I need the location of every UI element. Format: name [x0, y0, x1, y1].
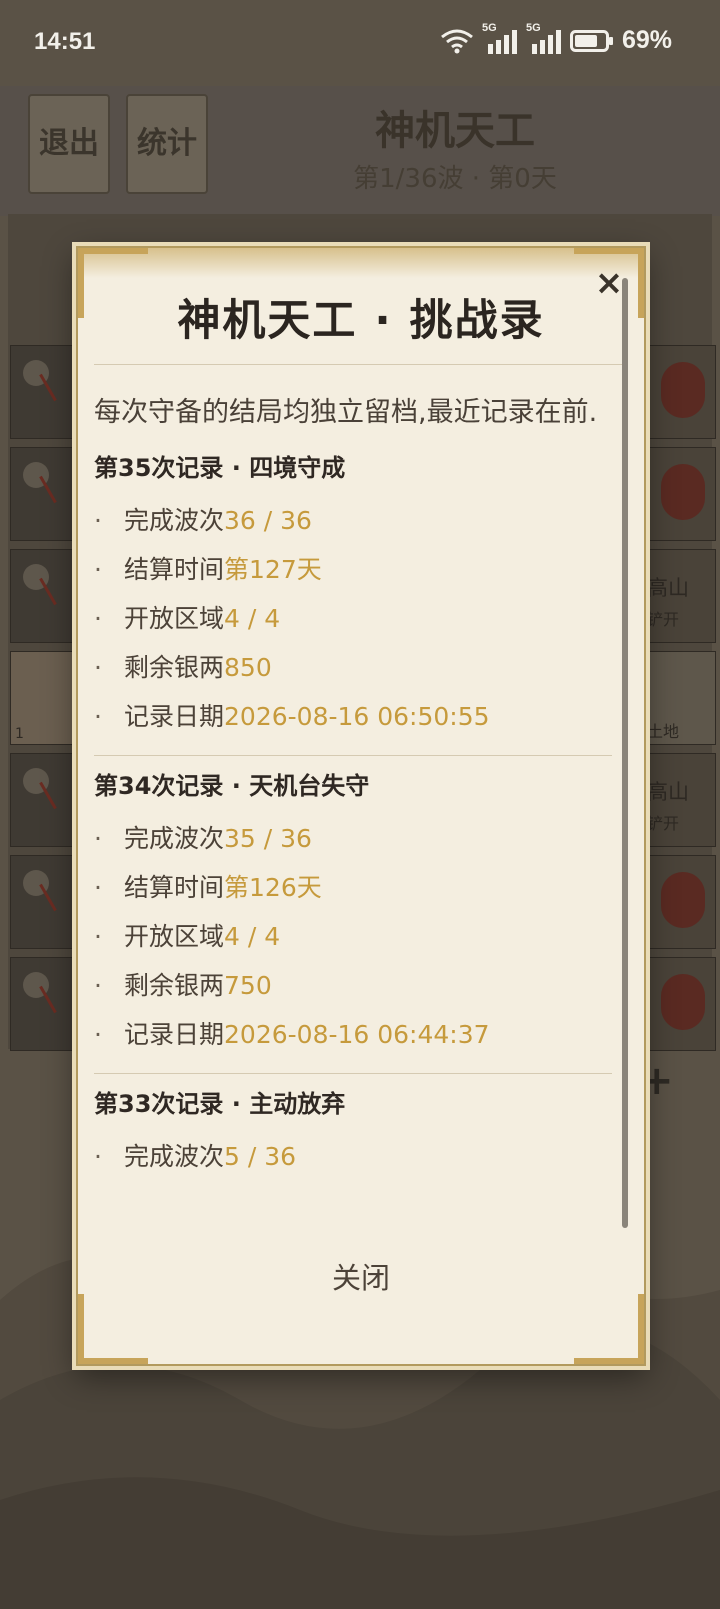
cell-signal-icon	[531, 29, 561, 54]
record-label: 结算时间	[124, 873, 225, 902]
board-tile[interactable]	[644, 447, 716, 541]
record-label: 记录日期	[124, 1020, 225, 1049]
close-button[interactable]: 关闭	[261, 1248, 461, 1308]
record-entry: 第35次记录 · 四境守成 · 完成波次36 / 36 · 结算时间第127天 · 开放区域…	[94, 448, 612, 741]
record-label: 开放区域	[124, 922, 225, 951]
board-tile[interactable]	[10, 549, 76, 643]
stats-button[interactable]: 统计	[126, 94, 208, 194]
record-row: · 结算时间第127天	[94, 545, 612, 594]
bullet-icon: ·	[94, 604, 102, 633]
board-tile[interactable]	[644, 345, 716, 439]
record-row: · 完成波次5 / 36	[94, 1132, 612, 1181]
right-tile-column: 高山 铲开 土地 高山 铲开	[644, 345, 716, 1059]
board-tile[interactable]	[644, 855, 716, 949]
record-value: 第126天	[224, 873, 322, 902]
wave-day-indicator: 第1/36波 · 第0天	[353, 164, 557, 194]
board-tile[interactable]	[10, 345, 76, 439]
record-entry: 第34次记录 · 天机台失守 · 完成波次35 / 36 · 结算时间第126天 · 开放区…	[94, 766, 612, 1059]
left-tile-column: 1	[10, 345, 76, 1059]
record-row: · 完成波次36 / 36	[94, 496, 612, 545]
cell-signal-icon	[487, 29, 517, 54]
bullet-icon: ·	[94, 702, 102, 731]
record-value: 5 / 36	[224, 1142, 297, 1171]
bullet-icon: ·	[94, 1142, 102, 1171]
board-tile[interactable]	[10, 855, 76, 949]
intro-text: 每次守备的结局均独立留档,最近记录在前.	[94, 397, 598, 428]
record-heading: 第33次记录 · 主动放弃	[94, 1090, 346, 1118]
record-value: 36 / 36	[224, 506, 312, 535]
record-label: 结算时间	[124, 555, 225, 584]
frame-corner	[574, 1294, 644, 1364]
board-tile-mountain[interactable]: 高山 铲开	[644, 753, 716, 847]
game-title: 神机天工	[375, 108, 535, 154]
bullet-icon: ·	[94, 971, 102, 1000]
record-entry: 第33次记录 · 主动放弃 · 完成波次5 / 36	[94, 1084, 612, 1181]
record-label: 剩余银两	[124, 653, 225, 682]
frame-corner	[78, 1294, 148, 1364]
wifi-icon	[441, 29, 473, 53]
record-value: 第127天	[224, 555, 322, 584]
battery-percent: 69%	[621, 26, 672, 54]
record-heading: 第35次记录 · 四境守成	[94, 454, 346, 482]
bullet-icon: ·	[94, 824, 102, 853]
signal-1: 5G	[482, 22, 518, 54]
game-header: 退出 统计 神机天工 第1/36波 · 第0天	[0, 86, 720, 216]
record-value: 4 / 4	[224, 604, 281, 633]
record-value: 4 / 4	[224, 922, 281, 951]
bullet-icon: ·	[94, 506, 102, 535]
record-label: 开放区域	[124, 604, 225, 633]
board-tile[interactable]	[644, 957, 716, 1051]
status-bar: 14:51 5G 5G 69%	[0, 0, 720, 86]
challenge-record-dialog: × 神机天工 · 挑战录 每次守备的结局均独立留档,最近记录在前. 第35次记录…	[76, 246, 646, 1366]
exit-button[interactable]: 退出	[28, 94, 110, 194]
record-row: · 记录日期2026-08-16 06:44:37	[94, 1010, 612, 1059]
board-tile[interactable]	[10, 957, 76, 1051]
board-tile-mountain[interactable]: 高山 铲开	[644, 549, 716, 643]
record-label: 完成波次	[124, 506, 225, 535]
record-label: 完成波次	[124, 824, 225, 853]
status-icons: 5G 5G 69%	[440, 22, 672, 55]
divider	[94, 755, 612, 756]
record-heading: 第34次记录 · 天机台失守	[94, 772, 370, 800]
record-value: 35 / 36	[224, 824, 312, 853]
record-row: · 结算时间第126天	[94, 863, 612, 912]
bullet-icon: ·	[94, 1020, 102, 1049]
record-label: 完成波次	[124, 1142, 225, 1171]
status-time: 14:51	[34, 28, 96, 55]
board-tile-building[interactable]: 1	[10, 651, 76, 745]
board-tile-land[interactable]: 土地	[644, 651, 716, 745]
battery-icon	[569, 29, 613, 52]
scrollbar-thumb[interactable]	[622, 278, 628, 1228]
divider	[94, 1073, 612, 1074]
record-row: · 完成波次35 / 36	[94, 814, 612, 863]
record-row: · 剩余银两850	[94, 643, 612, 692]
board-tile[interactable]	[10, 447, 76, 541]
bullet-icon: ·	[94, 555, 102, 584]
records-list: 第35次记录 · 四境守成 · 完成波次36 / 36 · 结算时间第127天 · 开放区域…	[94, 448, 612, 1181]
records-scroll-area[interactable]: 每次守备的结局均独立留档,最近记录在前. 第35次记录 · 四境守成 · 完成波次3…	[94, 372, 612, 1228]
record-label: 记录日期	[124, 702, 225, 731]
record-label: 剩余银两	[124, 971, 225, 1000]
divider	[94, 364, 624, 365]
bullet-icon: ·	[94, 653, 102, 682]
board-tile[interactable]	[10, 753, 76, 847]
tile-count: 1	[15, 726, 24, 742]
record-value: 2026-08-16 06:44:37	[224, 1020, 490, 1049]
record-value: 750	[224, 971, 272, 1000]
record-row: · 开放区域4 / 4	[94, 912, 612, 961]
record-row: · 记录日期2026-08-16 06:50:55	[94, 692, 612, 741]
bullet-icon: ·	[94, 873, 102, 902]
record-value: 850	[224, 653, 272, 682]
record-row: · 剩余银两750	[94, 961, 612, 1010]
record-value: 2026-08-16 06:50:55	[224, 702, 490, 731]
dialog-title: 神机天工 · 挑战录	[177, 296, 545, 346]
record-row: · 开放区域4 / 4	[94, 594, 612, 643]
signal-2: 5G	[526, 22, 562, 54]
bullet-icon: ·	[94, 922, 102, 951]
